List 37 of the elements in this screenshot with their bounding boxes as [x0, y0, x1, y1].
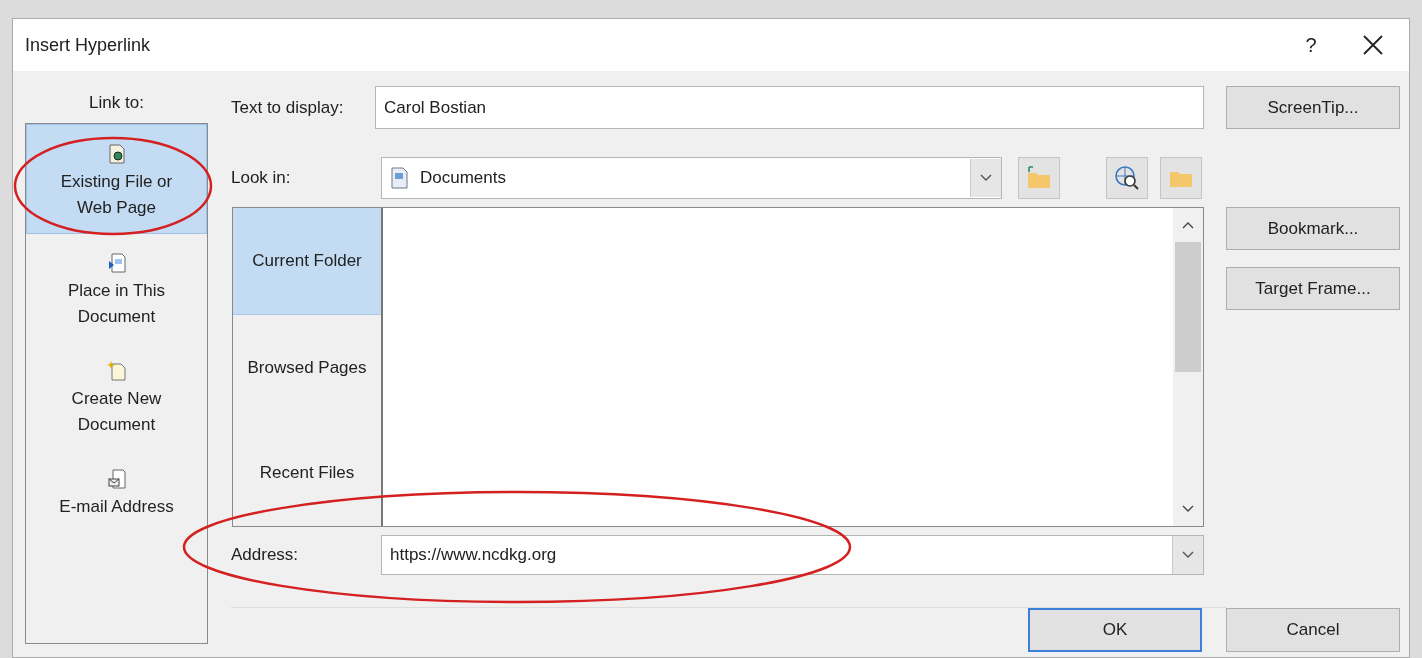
chevron-down-icon — [980, 174, 992, 182]
look-in-dropdown[interactable]: Documents — [381, 157, 1002, 199]
text-to-display-field[interactable]: Carol Bostian — [375, 86, 1204, 129]
link-to-option[interactable]: E-mail Address — [26, 450, 207, 532]
ok-button[interactable]: OK — [1028, 608, 1202, 652]
link-to-option[interactable]: Place in This Document — [26, 234, 207, 342]
scrollbar[interactable] — [1173, 208, 1203, 526]
cancel-button[interactable]: Cancel — [1226, 608, 1400, 652]
web-search-button[interactable] — [1106, 157, 1148, 199]
document-envelope-icon — [106, 468, 127, 490]
look-in-label: Look in: — [231, 167, 292, 189]
link-to-option[interactable]: Create New Document — [26, 342, 207, 450]
browse-tab[interactable]: Current Folder — [233, 208, 381, 315]
target-frame-button[interactable]: Target Frame... — [1226, 267, 1400, 310]
help-button[interactable]: ? — [1281, 33, 1341, 57]
screentip-button[interactable]: ScreenTip... — [1226, 86, 1400, 129]
chevron-down-icon — [1182, 551, 1194, 559]
browse-tab[interactable]: Browsed Pages — [233, 314, 381, 421]
link-to-label: Link to: — [89, 93, 144, 113]
up-folder-button[interactable] — [1018, 157, 1060, 199]
new-document-icon — [106, 360, 127, 382]
document-icon — [390, 167, 408, 189]
browse-folder-button[interactable] — [1160, 157, 1202, 199]
globe-search-icon — [1113, 164, 1141, 192]
file-globe-icon — [106, 143, 127, 165]
browse-tab[interactable]: Recent Files — [233, 420, 381, 526]
document-arrow-icon — [106, 252, 127, 274]
address-field[interactable]: https://www.ncdkg.org — [381, 535, 1204, 575]
bookmark-button[interactable]: Bookmark... — [1226, 207, 1400, 250]
window-title: Insert Hyperlink — [25, 34, 152, 56]
close-icon[interactable] — [1361, 33, 1385, 57]
address-label: Address: — [231, 544, 300, 566]
chevron-up-icon — [1182, 221, 1194, 229]
chevron-down-icon — [1182, 505, 1194, 513]
link-to-option[interactable]: Existing File or Web Page — [26, 124, 207, 234]
text-to-display-label: Text to display: — [231, 96, 345, 119]
folder-icon — [1025, 165, 1053, 191]
